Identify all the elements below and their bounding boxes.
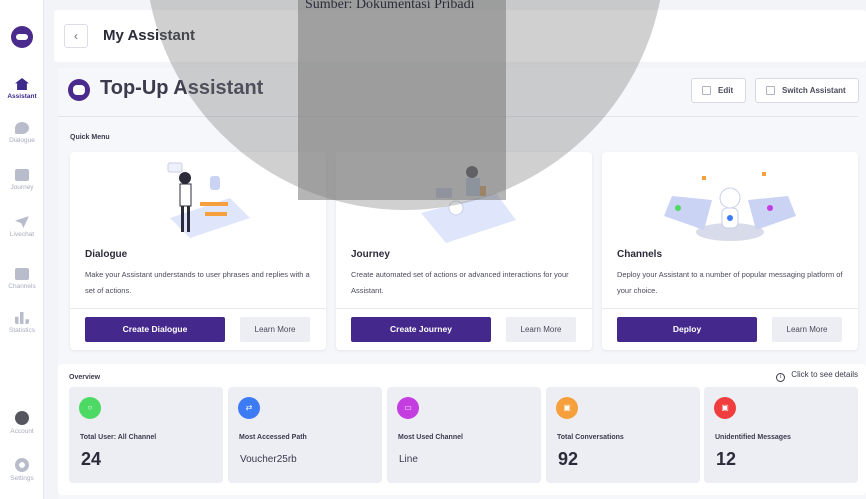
- overview-panel: Overview i Click to see details ○ Total U…: [58, 364, 866, 495]
- sidebar-item-label: Statistics: [8, 327, 35, 334]
- channels-card: Channels Deploy your Assistant to a numb…: [602, 152, 858, 350]
- card-title: Journey: [351, 249, 390, 260]
- card-title: Channels: [617, 249, 663, 260]
- stat-value: Line: [399, 454, 418, 465]
- switch-button-label: Switch Assistant: [782, 86, 846, 95]
- edit-button[interactable]: Edit: [691, 78, 746, 103]
- see-details-link[interactable]: i Click to see details: [776, 370, 858, 382]
- sidebar-item-settings[interactable]: Settings: [0, 458, 44, 482]
- stat-label: Unidentified Messages: [715, 434, 791, 441]
- switch-icon: [766, 86, 775, 95]
- sidebar-item-channels[interactable]: Channels: [0, 268, 44, 290]
- chat-bubble-icon: [15, 122, 29, 134]
- path-icon: ⇄: [238, 397, 260, 419]
- learn-more-button[interactable]: Learn More: [506, 317, 576, 342]
- stat-label: Total Conversations: [557, 434, 624, 441]
- sidebar-item-assistant[interactable]: Assistant: [0, 78, 44, 100]
- learn-more-button[interactable]: Learn More: [772, 317, 842, 342]
- sidebar: Assistant Dialogue Journey Livechat Chan…: [0, 0, 44, 499]
- sidebar-item-livechat[interactable]: Livechat: [0, 216, 44, 238]
- create-journey-button[interactable]: Create Journey: [351, 317, 491, 342]
- sidebar-item-label: Livechat: [9, 231, 35, 238]
- see-details-label: Click to see details: [791, 370, 858, 379]
- conversation-icon: ▣: [556, 397, 578, 419]
- source-caption: Sumber: Dokumentasi Pribadi: [305, 0, 475, 12]
- sidebar-item-label: Journey: [10, 184, 34, 191]
- card-description: Make your Assistant understands to user …: [85, 270, 310, 295]
- channels-illustration: [664, 172, 796, 241]
- stat-label: Total User: All Channel: [80, 434, 157, 441]
- channel-icon: ▭: [397, 397, 419, 419]
- sidebar-item-journey[interactable]: Journey: [0, 169, 44, 191]
- stat-label: Most Used Channel: [398, 434, 463, 441]
- card-title: Dialogue: [85, 249, 128, 260]
- user-icon: ○: [79, 397, 101, 419]
- stat-value: 12: [716, 449, 737, 469]
- stat-card-most-accessed-path[interactable]: ⇄ Most Accessed Path Voucher25rb: [228, 387, 382, 483]
- sidebar-item-label: Channels: [8, 283, 36, 290]
- stat-card-unidentified-messages[interactable]: ▣ Unidentified Messages 12: [704, 387, 858, 483]
- sidebar-item-account[interactable]: Account: [0, 411, 44, 435]
- avatar-icon: [15, 411, 29, 425]
- sidebar-item-label: Account: [10, 428, 34, 435]
- sidebar-item-label: Assistant: [7, 93, 37, 100]
- stat-value: 92: [558, 449, 579, 469]
- create-dialogue-button[interactable]: Create Dialogue: [85, 317, 225, 342]
- quick-menu-label: Quick Menu: [70, 134, 110, 141]
- stat-card-most-used-channel[interactable]: ▭ Most Used Channel Line: [387, 387, 541, 483]
- edit-button-label: Edit: [718, 86, 734, 95]
- stat-value: Voucher25rb: [240, 454, 297, 465]
- bar-chart-icon: [15, 312, 29, 324]
- sidebar-item-label: Dialogue: [9, 137, 35, 144]
- deploy-button[interactable]: Deploy: [617, 317, 757, 342]
- gear-icon: [15, 458, 29, 472]
- message-icon: ▣: [714, 397, 736, 419]
- card-divider: [602, 308, 858, 309]
- card-divider: [70, 308, 326, 309]
- stat-value: 24: [81, 449, 102, 469]
- card-divider: [336, 308, 592, 309]
- stat-card-total-user[interactable]: ○ Total User: All Channel 24: [69, 387, 223, 483]
- edit-icon: [702, 86, 711, 95]
- sidebar-item-dialogue[interactable]: Dialogue: [0, 122, 44, 144]
- stat-card-total-conversations[interactable]: ▣ Total Conversations 92: [546, 387, 700, 483]
- channels-icon: [15, 268, 29, 280]
- sidebar-item-statistics[interactable]: Statistics: [0, 312, 44, 334]
- overlay-bar: [298, 0, 506, 200]
- app-logo[interactable]: [11, 26, 33, 48]
- dialogue-illustration: [167, 162, 250, 238]
- stat-label: Most Accessed Path: [239, 434, 307, 441]
- send-icon: [15, 216, 29, 228]
- info-icon: i: [776, 373, 786, 382]
- switch-assistant-button[interactable]: Switch Assistant: [755, 78, 859, 103]
- back-button[interactable]: ‹: [64, 24, 88, 48]
- learn-more-button[interactable]: Learn More: [240, 317, 310, 342]
- sidebar-item-label: Settings: [10, 475, 34, 482]
- home-icon: [15, 78, 29, 90]
- assistant-avatar-icon: [68, 79, 90, 101]
- journey-icon: [15, 169, 29, 181]
- card-description: Create automated set of actions or advan…: [351, 270, 569, 295]
- card-description: Deploy your Assistant to a number of pop…: [617, 270, 843, 295]
- overview-label: Overview: [69, 374, 101, 381]
